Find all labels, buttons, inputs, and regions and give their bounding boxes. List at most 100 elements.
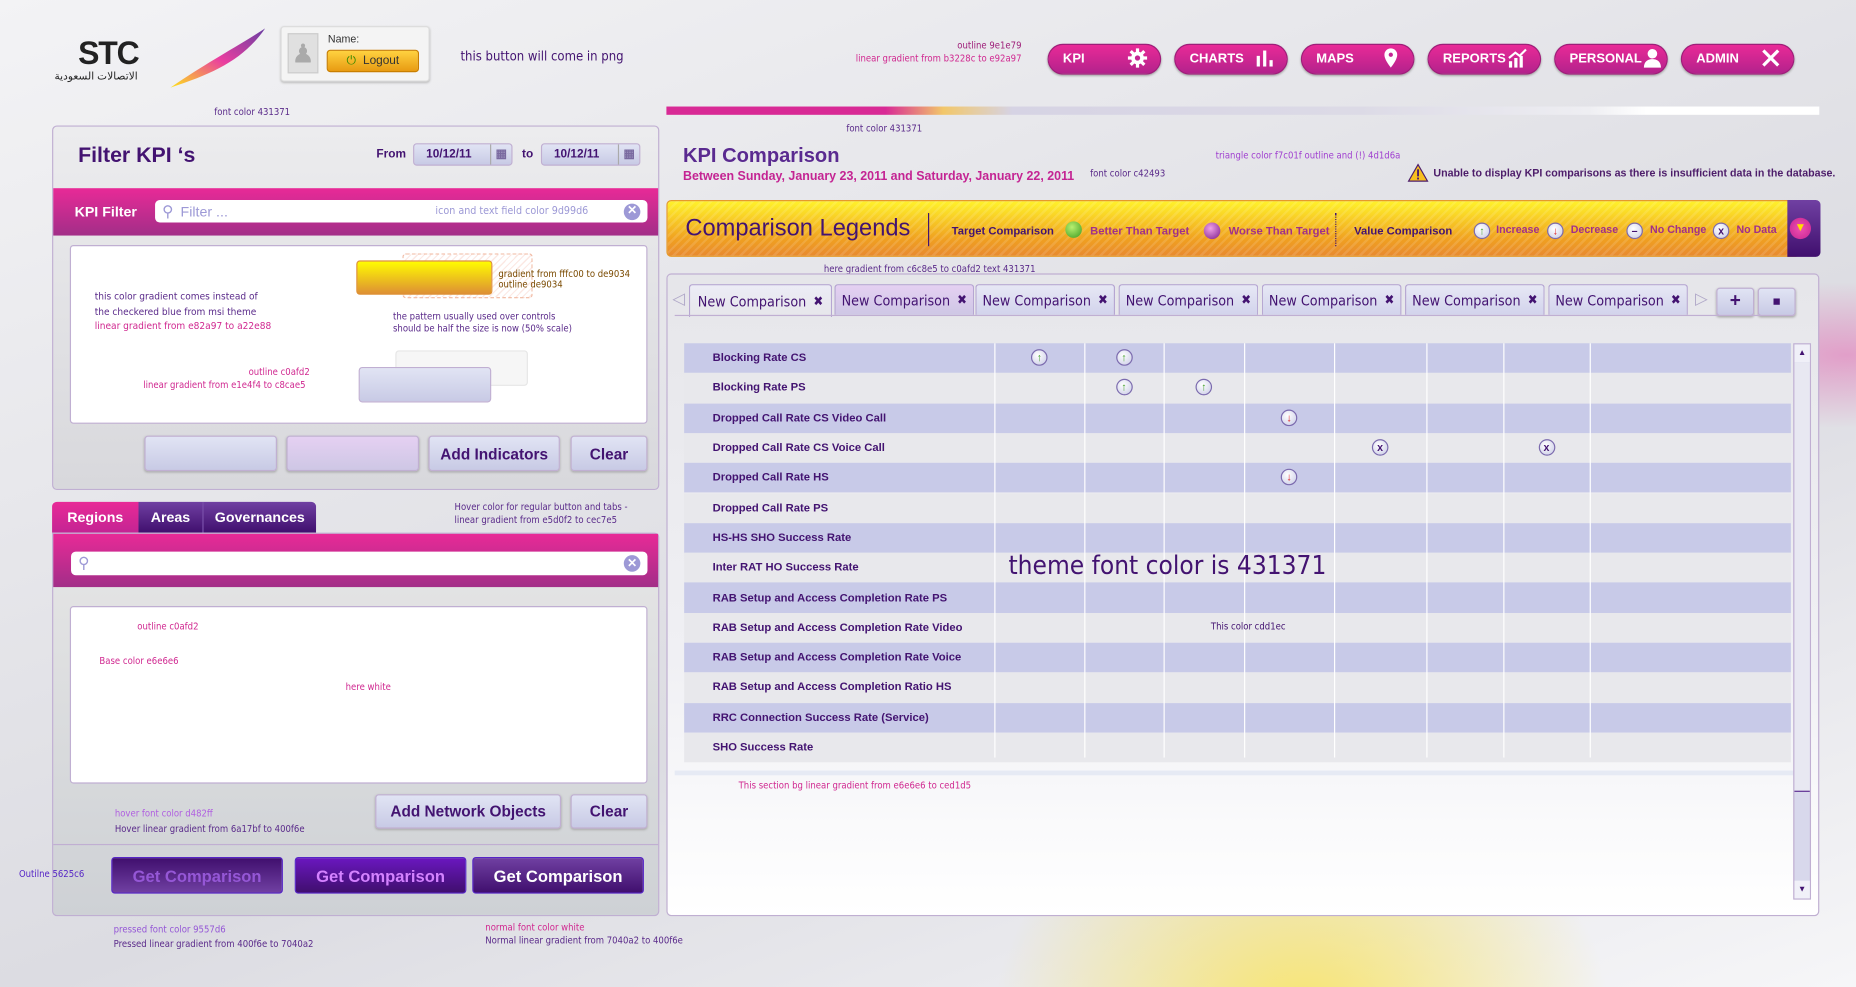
clear-search-icon[interactable]: ✕	[623, 555, 641, 572]
annotation: outline de9034	[498, 279, 563, 290]
tab-new-comparison[interactable]: New Comparison ✖	[1261, 284, 1402, 315]
blank-button-hover[interactable]	[286, 435, 420, 472]
divider	[674, 770, 1794, 776]
table-row: RAB Setup and Access Completion Rate Voi…	[684, 642, 1791, 673]
add-network-objects-button[interactable]: Add Network Objects	[375, 794, 562, 829]
close-tab-icon[interactable]: ✖	[1671, 292, 1681, 307]
get-comparison-button[interactable]: Get Comparison	[472, 856, 644, 894]
from-label: From	[376, 147, 406, 161]
network-search-input[interactable]: ⚲ ✕	[71, 551, 648, 576]
scroll-down-icon[interactable]: ▼	[1794, 880, 1810, 899]
worse-than-target-icon	[1203, 222, 1221, 240]
annotation: outline 9e1e79	[957, 40, 1022, 51]
scroll-thumb[interactable]	[1794, 362, 1810, 792]
tab-governances[interactable]: Governances	[203, 501, 317, 533]
to-date-value: 10/12/11	[553, 147, 600, 161]
column-divider	[1503, 343, 1505, 758]
blank-button[interactable]	[144, 435, 277, 472]
tab-new-comparison[interactable]: New Comparison ✖	[1548, 284, 1688, 315]
close-tab-icon[interactable]: ✖	[1384, 292, 1394, 307]
add-tab-icon[interactable]: +	[1716, 287, 1755, 317]
annotation: outline c0afd2	[137, 621, 199, 633]
better-than-target-label: Better Than Target	[1090, 224, 1190, 238]
close-tab-icon[interactable]: ✖	[1241, 292, 1251, 307]
annotation: linear gradient from e82a97 to a22e88	[94, 320, 272, 333]
clear-network-button[interactable]: Clear	[570, 794, 648, 829]
get-comparison-button-pressed[interactable]: Get Comparison	[111, 856, 283, 894]
column-divider	[1426, 343, 1428, 758]
divider	[1335, 213, 1337, 247]
tab-regions[interactable]: Regions	[52, 501, 139, 533]
collapse-arrow-icon[interactable]: ▼	[1789, 217, 1812, 240]
folder-icon[interactable]: ■	[1757, 287, 1796, 317]
annotation: linear gradient from b3228c to e92a97	[855, 53, 1022, 64]
network-panel: ⚲ ✕ outline c0afd2 Base color e6e6e6 here…	[52, 532, 660, 917]
nav-maps-button[interactable]: MAPS	[1300, 43, 1415, 75]
annotation: This section bg linear gradient from e6e…	[738, 780, 972, 791]
kpi-name: Dropped Call Rate HS	[712, 471, 829, 485]
tab-new-comparison[interactable]: New Comparison ✖	[688, 284, 833, 318]
main-nav: KPI CHARTS MAPS REPORTS PERSONAL ADMIN	[1047, 43, 1795, 75]
nav-admin-button[interactable]: ADMIN	[1680, 43, 1795, 75]
calendar-icon[interactable]: ▦	[617, 144, 639, 165]
table-row: SHO Success Rate	[684, 732, 1791, 763]
tab-areas[interactable]: Areas	[138, 501, 204, 533]
tab-new-comparison[interactable]: New Comparison ✖	[1405, 284, 1545, 315]
better-than-target-icon	[1065, 221, 1082, 238]
annotation: This color cdd1ec	[1210, 621, 1286, 633]
warning-text: Unable to display KPI comparisons as the…	[1433, 166, 1836, 179]
scroll-up-icon[interactable]: ▲	[1794, 344, 1810, 363]
close-tab-icon[interactable]: ✖	[1528, 292, 1538, 307]
nav-charts-button[interactable]: CHARTS	[1174, 43, 1288, 75]
divider	[53, 843, 659, 846]
annotation: the pattern usually used over controls	[392, 311, 556, 322]
stage: STC الاتصالات السعودية ♟ Name: ⏻ Logout t…	[0, 0, 1856, 987]
no-data-icon: x	[1538, 439, 1555, 456]
annotation: this color gradient comes instead of	[94, 291, 258, 304]
add-indicators-button[interactable]: Add Indicators	[428, 435, 560, 472]
nav-kpi-button[interactable]: KPI	[1047, 43, 1162, 75]
vertical-scrollbar[interactable]: ▲ ▼	[1793, 343, 1812, 900]
close-tab-icon[interactable]: ✖	[1098, 292, 1108, 307]
decrease-icon: ↓	[1280, 468, 1298, 486]
top-strip	[666, 106, 1820, 115]
to-date-input[interactable]: 10/12/11 ▦	[540, 143, 641, 166]
annotation: Outilne 5625c6	[18, 868, 85, 880]
nav-reports-button[interactable]: REPORTS	[1427, 43, 1542, 75]
tab-new-comparison[interactable]: New Comparison ✖	[834, 284, 975, 315]
get-comparison-button-hover[interactable]: Get Comparison	[294, 856, 467, 894]
close-tab-icon[interactable]: ✖	[957, 292, 967, 307]
tab-new-comparison[interactable]: New Comparison ✖	[1118, 284, 1259, 315]
kpi-name: RAB Setup and Access Completion Rate PS	[712, 591, 948, 605]
annotation: icon and text field color 9d99d6	[435, 205, 589, 218]
calendar-icon[interactable]: ▦	[490, 144, 511, 165]
tabs-scroll-left-icon[interactable]: ◁	[672, 289, 685, 309]
legend-toggle[interactable]: ▼	[1787, 200, 1821, 257]
column-divider	[1333, 343, 1336, 758]
nav-personal-button[interactable]: PERSONAL	[1554, 43, 1668, 75]
yellow-gradient-sample	[356, 260, 493, 295]
kpi-name: Dropped Call Rate PS	[712, 501, 829, 515]
logout-button[interactable]: ⏻ Logout	[326, 49, 420, 73]
annotation: font color c42493	[1090, 168, 1166, 179]
clear-kpi-button[interactable]: Clear	[570, 435, 648, 472]
annotation: font color 431371	[846, 123, 923, 134]
tab-label: New Comparison	[982, 291, 1091, 309]
nav-label: PERSONAL	[1569, 52, 1642, 67]
tab-new-comparison[interactable]: New Comparison ✖	[975, 284, 1116, 315]
kpi-name: RRC Connection Success Rate (Service)	[712, 711, 929, 725]
from-date-input[interactable]: 10/12/11 ▦	[413, 143, 513, 166]
kpi-filter-search[interactable]: ⚲ Filter ... icon and text field color 9…	[155, 200, 648, 223]
close-tab-icon[interactable]: ✖	[813, 294, 823, 309]
comparison-legend-bar: Comparison Legends Target Comparison Bet…	[666, 200, 1801, 257]
clear-search-icon[interactable]: ✕	[623, 202, 641, 220]
from-date-value: 10/12/11	[426, 147, 472, 161]
table-row: HS-HS SHO Success Rate	[684, 522, 1791, 553]
button-gradient-sample	[358, 366, 492, 403]
logo-arabic: الاتصالات السعودية	[54, 69, 138, 82]
annotation: normal font color white	[485, 922, 585, 933]
tabs-scroll-right-icon[interactable]: ▷	[1695, 289, 1708, 309]
kpi-name: RAB Setup and Access Completion Rate Vid…	[712, 621, 963, 635]
avatar-icon: ♟	[287, 33, 319, 74]
annotation: font color 431371	[214, 106, 291, 118]
